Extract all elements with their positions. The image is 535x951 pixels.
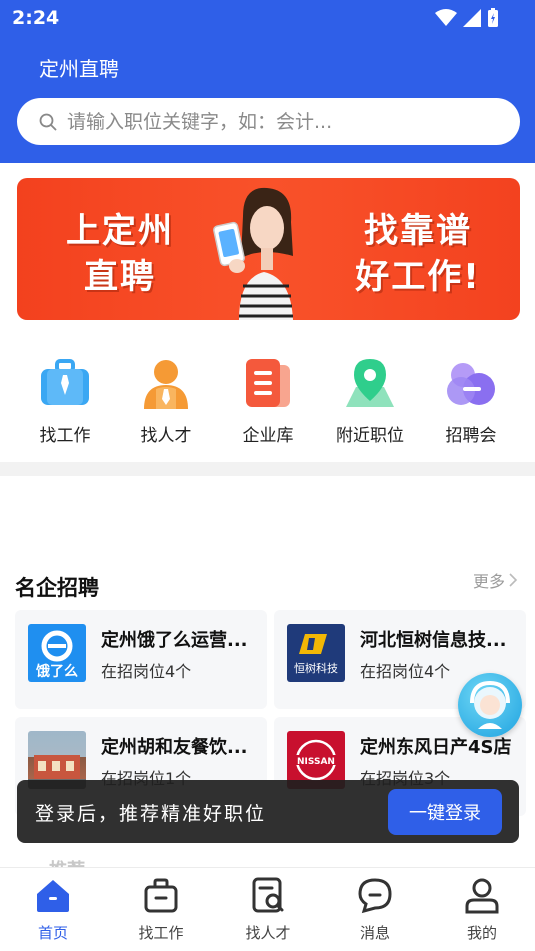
company-job-count: 在招岗位4个 — [360, 662, 451, 681]
banner-right-line2: 好工作! — [355, 257, 481, 297]
banner-right-line1: 找靠谱 — [364, 211, 472, 251]
category-label: 企业库 — [242, 426, 294, 446]
company-card[interactable]: 饿了么 定州饿了么运营... 在招岗位4个 — [15, 610, 267, 709]
category-job-fair[interactable]: 招聘会 — [421, 355, 521, 446]
search-input[interactable] — [67, 110, 507, 133]
tab-home[interactable]: 首页 — [8, 876, 98, 943]
company-logo: 恒树科技 — [287, 624, 345, 682]
chevron-right-icon — [509, 573, 518, 587]
category-find-job[interactable]: 找工作 — [15, 355, 115, 446]
tab-profile[interactable]: 我的 — [437, 876, 527, 943]
customer-service-icon — [470, 680, 510, 729]
person-icon — [144, 360, 188, 409]
company-name: 定州胡和友餐饮... — [101, 737, 248, 758]
tab-label: 找人才 — [245, 924, 291, 942]
tab-label: 首页 — [37, 924, 68, 942]
banner-person-image — [213, 187, 293, 320]
tab-messages[interactable]: 消息 — [330, 876, 420, 943]
home-icon — [37, 880, 69, 912]
company-logo: 饿了么 — [28, 624, 86, 682]
app-title: 定州直聘 — [39, 57, 119, 81]
search-icon — [39, 113, 57, 130]
hengshu-logo-icon: 恒树科技 — [294, 634, 338, 675]
promo-banner[interactable]: 上定州 直聘 找靠谱 好工作! — [17, 178, 520, 320]
company-name: 定州饿了么运营... — [101, 630, 248, 651]
section-title-companies: 名企招聘 — [15, 576, 99, 600]
tab-find-job[interactable]: 找工作 — [116, 876, 206, 943]
svg-text:饿了么: 饿了么 — [35, 663, 78, 680]
category-grid: 找工作 找人才 企业库 附近职位 招聘会 — [0, 355, 535, 446]
banner-left-line2: 直聘 — [84, 257, 156, 297]
svg-text:恒树科技: 恒树科技 — [294, 661, 338, 675]
banner-slogan-left: 上定州 直聘 — [55, 208, 185, 300]
search-bar[interactable] — [17, 98, 520, 145]
category-nearby-jobs[interactable]: 附近职位 — [320, 355, 420, 446]
bottom-tab-bar: 首页 找工作 找人才 消息 我的 — [0, 867, 535, 951]
banner-slogan-right: 找靠谱 好工作! — [343, 208, 493, 300]
status-time: 2:24 — [12, 7, 60, 29]
section-divider — [0, 462, 535, 476]
login-prompt-bar: 登录后，推荐精准好职位 一键登录 — [17, 780, 519, 843]
eleme-logo-icon: 饿了么 — [35, 630, 78, 680]
resume-search-icon — [252, 877, 284, 913]
app-screen: { "status_bar": { "time": "2:24" }, "hea… — [0, 0, 535, 951]
category-label: 找工作 — [39, 426, 91, 446]
banner-left-line1: 上定州 — [66, 211, 174, 251]
category-label: 找人才 — [140, 426, 192, 446]
tab-label: 找工作 — [138, 924, 184, 942]
building-icon — [246, 359, 290, 407]
top-header: 2:24 定州直聘 — [0, 0, 535, 163]
more-companies-link[interactable]: 更多 — [473, 568, 518, 592]
company-job-count: 在招岗位4个 — [101, 662, 192, 681]
status-icons — [435, 8, 499, 28]
login-prompt-text: 登录后，推荐精准好职位 — [35, 803, 267, 825]
briefcase-icon — [41, 359, 89, 405]
message-icon — [358, 878, 392, 914]
battery-icon — [488, 8, 498, 27]
tab-label: 我的 — [466, 924, 497, 942]
category-company-library[interactable]: 企业库 — [218, 355, 318, 446]
company-name: 河北恒树信息技... — [360, 630, 507, 651]
category-label: 招聘会 — [445, 426, 497, 446]
briefcase-icon — [144, 878, 178, 913]
svg-text:NISSAN: NISSAN — [297, 757, 335, 767]
status-bar: 2:24 — [0, 0, 535, 36]
signal-icon — [463, 9, 481, 27]
group-icon — [447, 363, 495, 405]
customer-service-button[interactable] — [458, 673, 522, 737]
category-find-talent[interactable]: 找人才 — [116, 355, 216, 446]
map-pin-icon — [346, 359, 394, 407]
user-icon — [465, 878, 499, 914]
tab-find-talent[interactable]: 找人才 — [223, 876, 313, 943]
wifi-icon — [435, 9, 457, 26]
category-label: 附近职位 — [336, 426, 404, 446]
tab-label: 消息 — [359, 924, 390, 942]
one-click-login-button[interactable]: 一键登录 — [388, 789, 502, 835]
more-label: 更多 — [473, 572, 506, 591]
